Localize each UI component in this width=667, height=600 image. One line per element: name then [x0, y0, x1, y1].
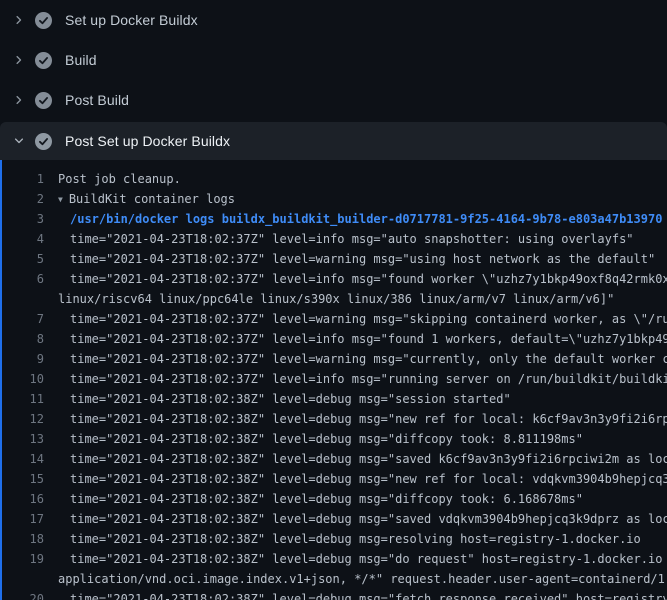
log-line: 3/usr/bin/docker logs buildx_buildkit_bu…: [0, 209, 667, 229]
log-line-number[interactable]: 5: [0, 249, 48, 269]
log-line: 6time="2021-04-23T18:02:37Z" level=info …: [0, 269, 667, 289]
log-line-text: time="2021-04-23T18:02:38Z" level=debug …: [48, 429, 583, 449]
log-line-text: time="2021-04-23T18:02:38Z" level=debug …: [48, 589, 667, 600]
log-rows: 1Post job cleanup.2 ▼ BuildKit container l…: [0, 169, 667, 600]
log-line-text: time="2021-04-23T18:02:37Z" level=info m…: [48, 329, 667, 349]
log-line: 11time="2021-04-23T18:02:38Z" level=debu…: [0, 389, 667, 409]
log-line: 18time="2021-04-23T18:02:38Z" level=debu…: [0, 529, 667, 549]
log-line: linux/riscv64 linux/ppc64le linux/s390x …: [0, 289, 667, 309]
log-line-number[interactable]: 13: [0, 429, 48, 449]
log-line-text: time="2021-04-23T18:02:37Z" level=info m…: [48, 269, 667, 289]
log-line: 19time="2021-04-23T18:02:38Z" level=debu…: [0, 549, 667, 569]
log-line: 12time="2021-04-23T18:02:38Z" level=debu…: [0, 409, 667, 429]
step-label: Post Set up Docker Buildx: [65, 133, 230, 149]
check-circle-icon: [35, 92, 52, 109]
log-line-number[interactable]: 6: [0, 269, 48, 289]
log-line: 15time="2021-04-23T18:02:38Z" level=debu…: [0, 469, 667, 489]
log-line: 14time="2021-04-23T18:02:38Z" level=debu…: [0, 449, 667, 469]
log-group-label[interactable]: BuildKit container logs: [69, 192, 235, 206]
step-label: Set up Docker Buildx: [65, 12, 198, 28]
log-line-number[interactable]: 1: [0, 169, 48, 189]
log-line: 13time="2021-04-23T18:02:38Z" level=debu…: [0, 429, 667, 449]
step-label: Post Build: [65, 92, 129, 108]
step-list: Set up Docker Buildx Build Post Build: [0, 0, 667, 160]
log-line-text: application/vnd.oci.image.index.v1+json,…: [48, 569, 667, 589]
chevron-right-icon: [12, 13, 26, 27]
check-circle-icon: [35, 52, 52, 69]
chevron-down-icon: [12, 134, 26, 148]
log-line: 9time="2021-04-23T18:02:37Z" level=warni…: [0, 349, 667, 369]
log-line: 20time="2021-04-23T18:02:38Z" level=debu…: [0, 589, 667, 600]
step-row-build[interactable]: Build: [0, 40, 667, 80]
log-line-number: [0, 569, 48, 589]
log-line: 5time="2021-04-23T18:02:37Z" level=warni…: [0, 249, 667, 269]
log-line-text: time="2021-04-23T18:02:37Z" level=warnin…: [48, 309, 667, 329]
actions-log-viewer: Set up Docker Buildx Build Post Build: [0, 0, 667, 600]
log-line-text: ▼ BuildKit container logs: [48, 189, 235, 209]
log-line-number[interactable]: 17: [0, 509, 48, 529]
log-line-text: time="2021-04-23T18:02:38Z" level=debug …: [48, 469, 667, 489]
log-line-number[interactable]: 9: [0, 349, 48, 369]
log-line-text: time="2021-04-23T18:02:38Z" level=debug …: [48, 449, 667, 469]
log-line-number[interactable]: 16: [0, 489, 48, 509]
log-line-number[interactable]: 20: [0, 589, 48, 600]
check-circle-icon: [35, 12, 52, 29]
log-line-text: time="2021-04-23T18:02:38Z" level=debug …: [48, 509, 667, 529]
step-row-setup-docker-buildx[interactable]: Set up Docker Buildx: [0, 0, 667, 40]
log-line-number[interactable]: 19: [0, 549, 48, 569]
log-line-text: linux/riscv64 linux/ppc64le linux/s390x …: [48, 289, 614, 309]
log-line-number[interactable]: 11: [0, 389, 48, 409]
log-line-text: time="2021-04-23T18:02:38Z" level=debug …: [48, 489, 583, 509]
step-row-post-setup-docker-buildx[interactable]: Post Set up Docker Buildx: [0, 122, 667, 160]
log-line-number[interactable]: 2: [0, 189, 48, 209]
check-circle-icon: [35, 133, 52, 150]
log-group-toggle-icon[interactable]: ▼: [58, 190, 63, 209]
focused-step-indicator: [0, 160, 2, 600]
chevron-right-icon: [12, 53, 26, 67]
log-line: 1Post job cleanup.: [0, 169, 667, 189]
log-command-text: /usr/bin/docker logs buildx_buildkit_bui…: [48, 209, 662, 229]
log-line: application/vnd.oci.image.index.v1+json,…: [0, 569, 667, 589]
step-label: Build: [65, 52, 97, 68]
log-line-number: [0, 289, 48, 309]
log-line-text: Post job cleanup.: [48, 169, 181, 189]
log-line-text: time="2021-04-23T18:02:37Z" level=warnin…: [48, 349, 667, 369]
log-line: 17time="2021-04-23T18:02:38Z" level=debu…: [0, 509, 667, 529]
log-line-number[interactable]: 4: [0, 229, 48, 249]
log-line: 4time="2021-04-23T18:02:37Z" level=info …: [0, 229, 667, 249]
log-line-number[interactable]: 12: [0, 409, 48, 429]
log-line-number[interactable]: 15: [0, 469, 48, 489]
log-line: 2 ▼ BuildKit container logs: [0, 189, 667, 209]
log-line-text: time="2021-04-23T18:02:38Z" level=debug …: [48, 549, 667, 569]
log-line: 16time="2021-04-23T18:02:38Z" level=debu…: [0, 489, 667, 509]
log-line-text: time="2021-04-23T18:02:38Z" level=debug …: [48, 529, 641, 549]
log-line-number[interactable]: 10: [0, 369, 48, 389]
log-line-text: time="2021-04-23T18:02:38Z" level=debug …: [48, 389, 511, 409]
log-line: 8time="2021-04-23T18:02:37Z" level=info …: [0, 329, 667, 349]
log-line-number[interactable]: 7: [0, 309, 48, 329]
log-line-text: time="2021-04-23T18:02:37Z" level=info m…: [48, 369, 667, 389]
log-line-number[interactable]: 18: [0, 529, 48, 549]
step-row-post-build[interactable]: Post Build: [0, 80, 667, 120]
log-line: 10time="2021-04-23T18:02:37Z" level=info…: [0, 369, 667, 389]
log-line-number[interactable]: 14: [0, 449, 48, 469]
log-area: 1Post job cleanup.2 ▼ BuildKit container l…: [0, 160, 667, 600]
log-line-number[interactable]: 8: [0, 329, 48, 349]
log-line-text: time="2021-04-23T18:02:37Z" level=warnin…: [48, 249, 655, 269]
log-line-number[interactable]: 3: [0, 209, 48, 229]
log-line: 7time="2021-04-23T18:02:37Z" level=warni…: [0, 309, 667, 329]
chevron-right-icon: [12, 93, 26, 107]
log-line-text: time="2021-04-23T18:02:38Z" level=debug …: [48, 409, 667, 429]
log-line-text: time="2021-04-23T18:02:37Z" level=info m…: [48, 229, 634, 249]
